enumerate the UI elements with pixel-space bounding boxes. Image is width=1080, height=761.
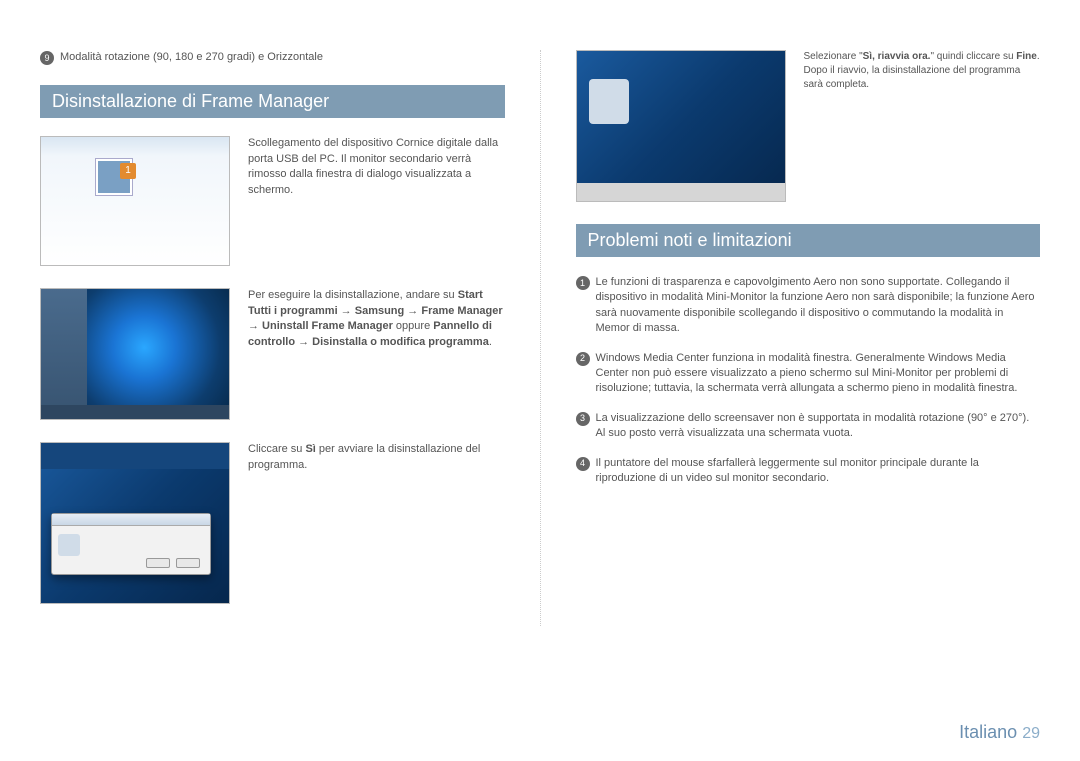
rotation-mode-text: Modalità rotazione (90, 180 e 270 gradi)… [60, 50, 323, 65]
problem-item-4: 4 Il puntatore del mouse sfarfallerà leg… [576, 456, 1041, 487]
footer-page-number: 29 [1022, 725, 1040, 742]
page-footer: Italiano 29 [959, 722, 1040, 743]
row-uninstall-text: Cliccare su Sì per avviare la disinstall… [248, 442, 505, 604]
badge-4: 4 [576, 457, 590, 471]
row-disconnect-text: Scollegamento del dispositivo Cornice di… [248, 136, 505, 266]
footer-language: Italiano [959, 722, 1017, 742]
row-restart-text: Selezionare "Sì, riavvia ora." quindi cl… [804, 50, 1041, 202]
problem-1-text: Le funzioni di trasparenza e capovolgime… [596, 275, 1041, 337]
screenshot-display-settings [40, 136, 230, 266]
page-content: 9 Modalità rotazione (90, 180 e 270 grad… [0, 0, 1080, 646]
row-startmenu-text: Per eseguire la disinstallazione, andare… [248, 288, 505, 420]
right-column: Selezionare "Sì, riavvia ora." quindi cl… [576, 50, 1041, 626]
screenshot-desktop-startmenu [40, 288, 230, 420]
screenshot-restart-wizard [576, 50, 786, 202]
section-problems-header: Problemi noti e limitazioni [576, 224, 1041, 257]
badge-9: 9 [40, 51, 54, 65]
badge-1: 1 [576, 276, 590, 290]
dialog-mock [51, 513, 211, 575]
row-restart: Selezionare "Sì, riavvia ora." quindi cl… [576, 50, 1041, 202]
rotation-mode-item: 9 Modalità rotazione (90, 180 e 270 grad… [40, 50, 505, 65]
badge-3: 3 [576, 412, 590, 426]
screenshot-uninstall-dialog [40, 442, 230, 604]
problem-item-2: 2 Windows Media Center funziona in modal… [576, 351, 1041, 397]
problem-3-text: La visualizzazione dello screensaver non… [596, 411, 1041, 442]
column-divider [540, 50, 541, 626]
row-uninstall-confirm: Cliccare su Sì per avviare la disinstall… [40, 442, 505, 604]
problem-item-3: 3 La visualizzazione dello screensaver n… [576, 411, 1041, 442]
problem-4-text: Il puntatore del mouse sfarfallerà legge… [596, 456, 1041, 487]
problem-2-text: Windows Media Center funziona in modalit… [596, 351, 1041, 397]
section-uninstall-header: Disinstallazione di Frame Manager [40, 85, 505, 118]
row-disconnect: Scollegamento del dispositivo Cornice di… [40, 136, 505, 266]
problem-item-1: 1 Le funzioni di trasparenza e capovolgi… [576, 275, 1041, 337]
badge-2: 2 [576, 352, 590, 366]
left-column: 9 Modalità rotazione (90, 180 e 270 grad… [40, 50, 505, 626]
row-startmenu: Per eseguire la disinstallazione, andare… [40, 288, 505, 420]
